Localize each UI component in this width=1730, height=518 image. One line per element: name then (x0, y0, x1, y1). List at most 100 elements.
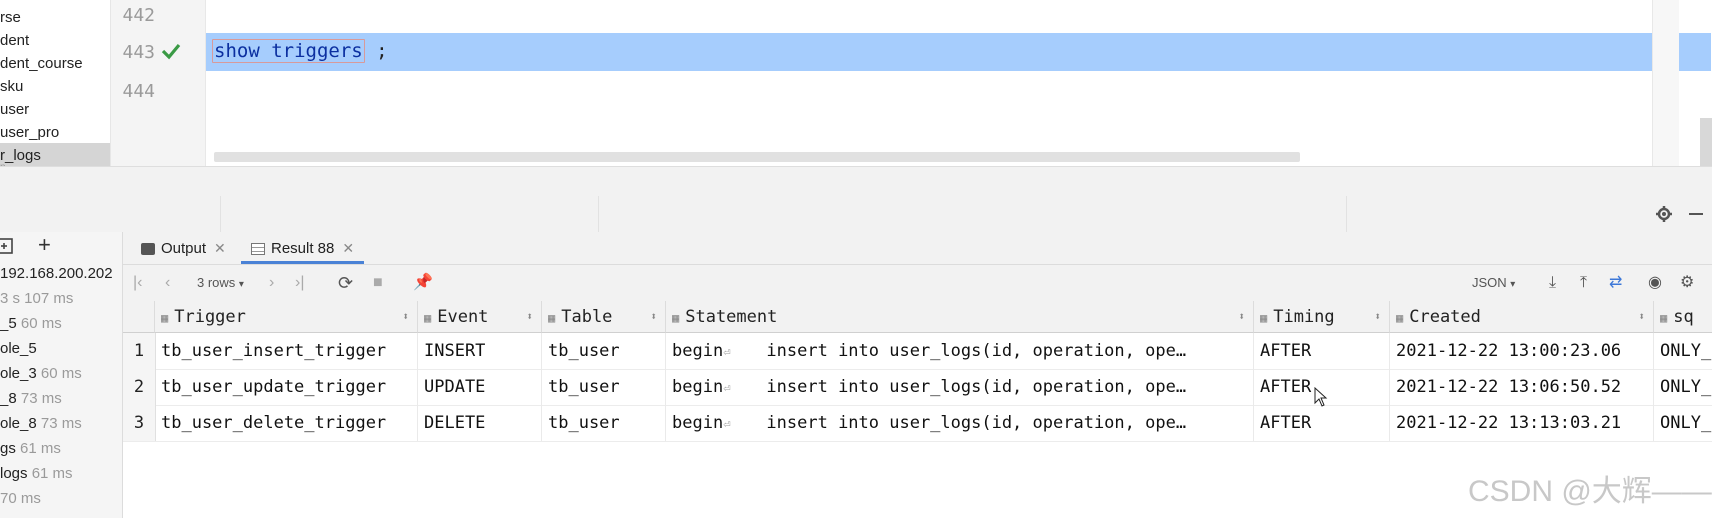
tree-item[interactable]: rse (0, 5, 21, 30)
cell-trigger[interactable]: tb_user_update_trigger (155, 369, 418, 405)
cell-event[interactable]: INSERT (418, 333, 542, 369)
cell-statement[interactable]: begin⏎ insert into user_logs(id, operatio… (666, 333, 1254, 369)
cell-table[interactable]: tb_user (542, 333, 666, 369)
cell-created[interactable]: 2021-12-22 13:00:23.06 (1390, 333, 1654, 369)
format-label: JSON (1472, 275, 1507, 290)
upload-icon[interactable]: ⤒ (1580, 265, 1587, 301)
column-icon: ▦ (672, 311, 680, 325)
tree-item[interactable]: dent_course (0, 51, 83, 76)
horizontal-scrollbar[interactable] (214, 152, 1300, 162)
cell-sql-mode[interactable]: ONLY_ (1654, 369, 1712, 405)
rows-selector[interactable]: 3 rows ▾ (197, 265, 244, 301)
statement-body: insert into user_logs(id, operation, ope… (766, 341, 1187, 361)
sort-icon[interactable]: ⬍ (650, 301, 657, 332)
cell-statement[interactable]: begin⏎ insert into user_logs(id, operatio… (666, 405, 1254, 441)
cell-trigger[interactable]: tb_user_insert_trigger (155, 333, 418, 369)
mouse-cursor-icon (1314, 387, 1328, 407)
service-host[interactable]: 192.168.200.202 (0, 265, 113, 282)
row-number-header (123, 301, 155, 333)
service-item[interactable]: _8 73 ms (0, 390, 62, 407)
settings-icon[interactable]: ⚙ (1680, 265, 1694, 301)
previous-page-icon[interactable]: ‹ (165, 265, 170, 301)
sort-icon[interactable]: ⬍ (526, 301, 533, 332)
cell-created[interactable]: 2021-12-22 13:06:50.52 (1390, 369, 1654, 405)
cell-sql-mode[interactable]: ONLY_ (1654, 405, 1712, 441)
sort-icon[interactable]: ⬍ (402, 301, 409, 332)
tab-output[interactable]: Output ✕ (141, 232, 226, 264)
refresh-icon[interactable]: ⟳ (338, 265, 353, 301)
close-icon[interactable]: ✕ (214, 240, 226, 256)
check-icon (161, 43, 181, 60)
next-page-icon[interactable]: › (269, 265, 274, 301)
service-name: logs (0, 465, 28, 482)
sort-icon[interactable]: ⬍ (1638, 301, 1645, 332)
service-item[interactable]: ole_8 73 ms (0, 415, 82, 432)
column-header-statement[interactable]: ▦ Statement ⬍ (666, 301, 1254, 333)
column-header-trigger[interactable]: ▦ Trigger ⬍ (155, 301, 418, 333)
statement-begin: begin (672, 341, 724, 361)
row-number[interactable]: 3 (123, 405, 156, 441)
vertical-scrollbar[interactable] (1700, 118, 1712, 166)
last-page-icon[interactable]: ›| (295, 265, 304, 301)
cell-sql-mode[interactable]: ONLY_ (1654, 333, 1712, 369)
cell-statement[interactable]: begin⏎ insert into user_logs(id, operatio… (666, 369, 1254, 405)
column-header-table[interactable]: ▦ Table ⬍ (542, 301, 666, 333)
close-icon[interactable]: ✕ (342, 240, 354, 256)
table-icon (251, 243, 265, 256)
tab-label: Result 88 (271, 240, 335, 257)
cell-table[interactable]: tb_user (542, 405, 666, 441)
stop-icon[interactable]: ■ (373, 265, 383, 301)
new-session-icon[interactable] (0, 237, 16, 255)
sql-editor[interactable] (206, 0, 1652, 166)
view-icon[interactable]: ◉ (1648, 265, 1662, 301)
column-header-timing[interactable]: ▦ Timing ⬍ (1254, 301, 1390, 333)
column-icon: ▦ (161, 311, 169, 325)
editor-right-gutter (1652, 0, 1679, 166)
sql-terminator: ; (364, 40, 388, 62)
column-header-event[interactable]: ▦ Event ⬍ (418, 301, 542, 333)
service-name: ole_3 (0, 365, 37, 382)
format-selector[interactable]: JSON ▾ (1472, 265, 1515, 301)
pin-icon[interactable]: 📌 (413, 265, 433, 301)
tab-result[interactable]: Result 88 ✕ (241, 232, 365, 264)
statement-body: insert into user_logs(id, operation, ope… (766, 377, 1187, 397)
column-header-sql-mode[interactable]: ▦ sq (1654, 301, 1712, 333)
minimize-icon[interactable] (1687, 205, 1705, 223)
sort-icon[interactable]: ⬍ (1374, 301, 1381, 332)
cell-event[interactable]: UPDATE (418, 369, 542, 405)
cell-trigger[interactable]: tb_user_delete_trigger (155, 405, 418, 441)
tree-item[interactable]: user_pro (0, 120, 59, 145)
gear-icon[interactable] (1655, 205, 1673, 223)
export-icon[interactable]: ⤓ (1549, 265, 1556, 301)
cell-timing[interactable]: AFTER (1254, 405, 1390, 441)
compare-icon[interactable]: ⇄ (1609, 265, 1622, 301)
service-item[interactable]: logs 61 ms (0, 465, 73, 482)
tree-item[interactable]: dent (0, 28, 29, 53)
sql-statement[interactable]: show triggers (212, 39, 365, 63)
column-label: Trigger (174, 307, 246, 327)
cell-timing[interactable]: AFTER (1254, 333, 1390, 369)
tree-item-selected[interactable]: r_logs (0, 143, 110, 168)
cell-created[interactable]: 2021-12-22 13:13:03.21 (1390, 405, 1654, 441)
service-item[interactable]: ole_5 (0, 340, 37, 357)
first-page-icon[interactable]: |‹ (133, 265, 142, 301)
code-line[interactable]: show triggers ; (212, 39, 388, 63)
tree-item[interactable]: user (0, 97, 29, 122)
cell-table[interactable]: tb_user (542, 369, 666, 405)
sort-icon[interactable]: ⬍ (1238, 301, 1245, 332)
row-number[interactable]: 2 (123, 369, 156, 405)
row-number[interactable]: 1 (123, 333, 156, 369)
service-item[interactable]: gs 61 ms (0, 440, 61, 457)
add-icon[interactable]: + (38, 232, 51, 258)
service-item[interactable]: ole_3 60 ms (0, 365, 82, 382)
service-item[interactable]: _5 60 ms (0, 315, 62, 332)
cell-event[interactable]: DELETE (418, 405, 542, 441)
service-item[interactable]: 70 ms (0, 490, 41, 507)
tree-item[interactable]: sku (0, 74, 23, 99)
column-icon: ▦ (1660, 311, 1668, 325)
result-tabs: Output ✕ Result 88 ✕ (123, 232, 1712, 265)
service-item[interactable]: 3 s 107 ms (0, 290, 73, 307)
column-label: Timing (1273, 307, 1335, 327)
current-line-highlight (206, 33, 1711, 71)
column-header-created[interactable]: ▦ Created ⬍ (1390, 301, 1654, 333)
